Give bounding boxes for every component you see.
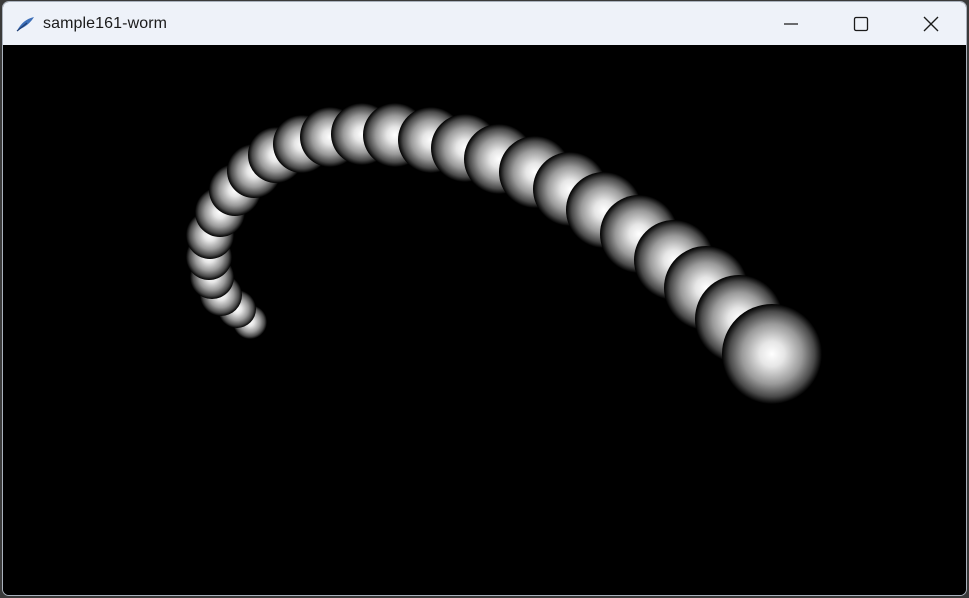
worm-head [722, 304, 822, 404]
maximize-button[interactable] [826, 2, 896, 45]
window-title: sample161-worm [43, 14, 168, 32]
maximize-icon [853, 16, 869, 31]
close-button[interactable] [896, 2, 966, 45]
render-canvas[interactable] [3, 45, 966, 595]
worm-graphic [186, 103, 822, 404]
title-bar[interactable]: sample161-worm [3, 2, 966, 45]
app-window: sample161-worm [2, 1, 967, 596]
feather-icon [15, 14, 35, 34]
minimize-icon [784, 22, 798, 25]
minimize-button[interactable] [756, 2, 826, 45]
close-icon [923, 16, 939, 31]
window-controls [756, 2, 966, 45]
